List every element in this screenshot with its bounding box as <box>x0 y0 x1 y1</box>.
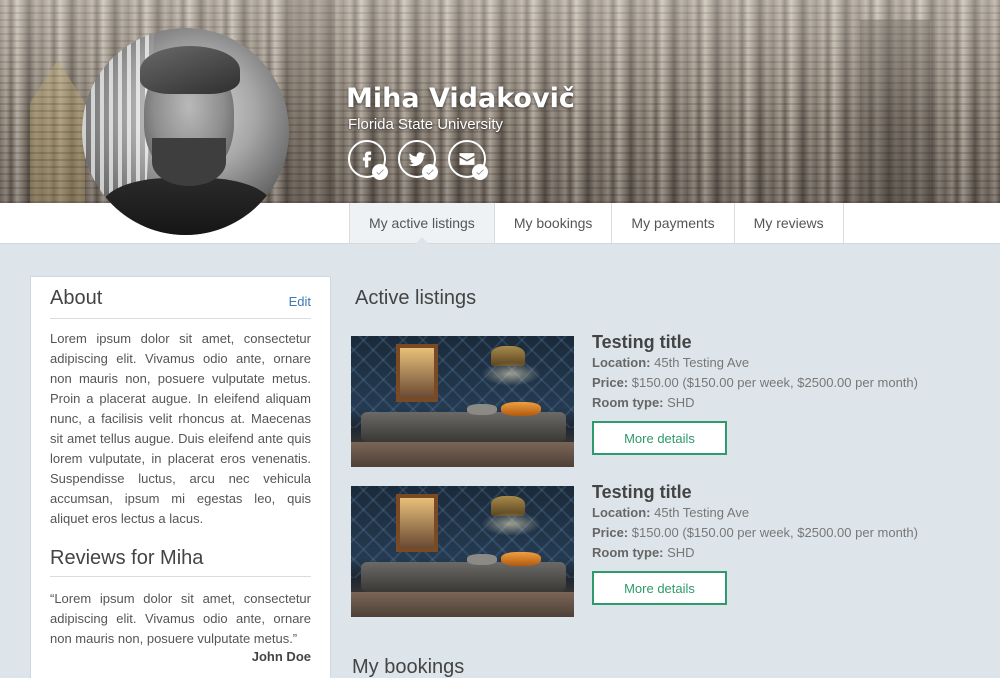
twitter-link[interactable] <box>398 140 438 180</box>
edit-about-link[interactable]: Edit <box>289 294 311 309</box>
reviews-title: Reviews for Miha <box>50 547 311 577</box>
about-card: About Edit Lorem ipsum dolor sit amet, c… <box>30 276 331 678</box>
review-text: “Lorem ipsum dolor sit amet, consectetur… <box>50 591 311 646</box>
tabs: My active listings My bookings My paymen… <box>349 203 844 244</box>
review-author: John Doe <box>251 649 311 664</box>
social-links <box>348 140 488 180</box>
listing-card: Testing title Location: 45th Testing Ave… <box>351 332 971 467</box>
verified-check-icon <box>372 164 388 180</box>
active-listings-title: Active listings <box>355 287 477 309</box>
listing-room-type: Room type: SHD <box>592 395 695 410</box>
listing-title[interactable]: Testing title <box>592 332 918 353</box>
tab-my-reviews[interactable]: My reviews <box>735 203 844 243</box>
listing-title[interactable]: Testing title <box>592 482 918 503</box>
listing-image[interactable] <box>351 336 574 467</box>
about-header: About Edit <box>50 287 311 319</box>
verified-check-icon <box>422 164 438 180</box>
more-details-button[interactable]: More details <box>592 571 727 605</box>
listing-card: Testing title Location: 45th Testing Ave… <box>351 482 971 617</box>
listing-location: Location: 45th Testing Ave <box>592 355 750 370</box>
verified-check-icon <box>472 164 488 180</box>
listing-price: Price: $150.00 ($150.00 per week, $2500.… <box>592 525 918 540</box>
listing-info: Testing title Location: 45th Testing Ave… <box>592 482 918 605</box>
my-bookings-title: My bookings <box>352 656 465 678</box>
profile-university: Florida State University <box>348 116 504 133</box>
tab-my-active-listings[interactable]: My active listings <box>349 203 495 244</box>
listing-room-type: Room type: SHD <box>592 545 695 560</box>
listing-info: Testing title Location: 45th Testing Ave… <box>592 332 918 455</box>
more-details-button[interactable]: More details <box>592 421 727 455</box>
tab-my-payments[interactable]: My payments <box>612 203 735 243</box>
email-link[interactable] <box>448 140 488 180</box>
listing-image[interactable] <box>351 486 574 617</box>
about-title: About <box>50 287 103 309</box>
avatar <box>82 28 289 235</box>
about-text: Lorem ipsum dolor sit amet, consectetur … <box>50 331 311 526</box>
listing-price: Price: $150.00 ($150.00 per week, $2500.… <box>592 375 918 390</box>
listing-location: Location: 45th Testing Ave <box>592 505 750 520</box>
tab-my-bookings[interactable]: My bookings <box>495 203 613 243</box>
facebook-link[interactable] <box>348 140 388 180</box>
profile-name: Miha Vidakovič <box>346 83 575 114</box>
